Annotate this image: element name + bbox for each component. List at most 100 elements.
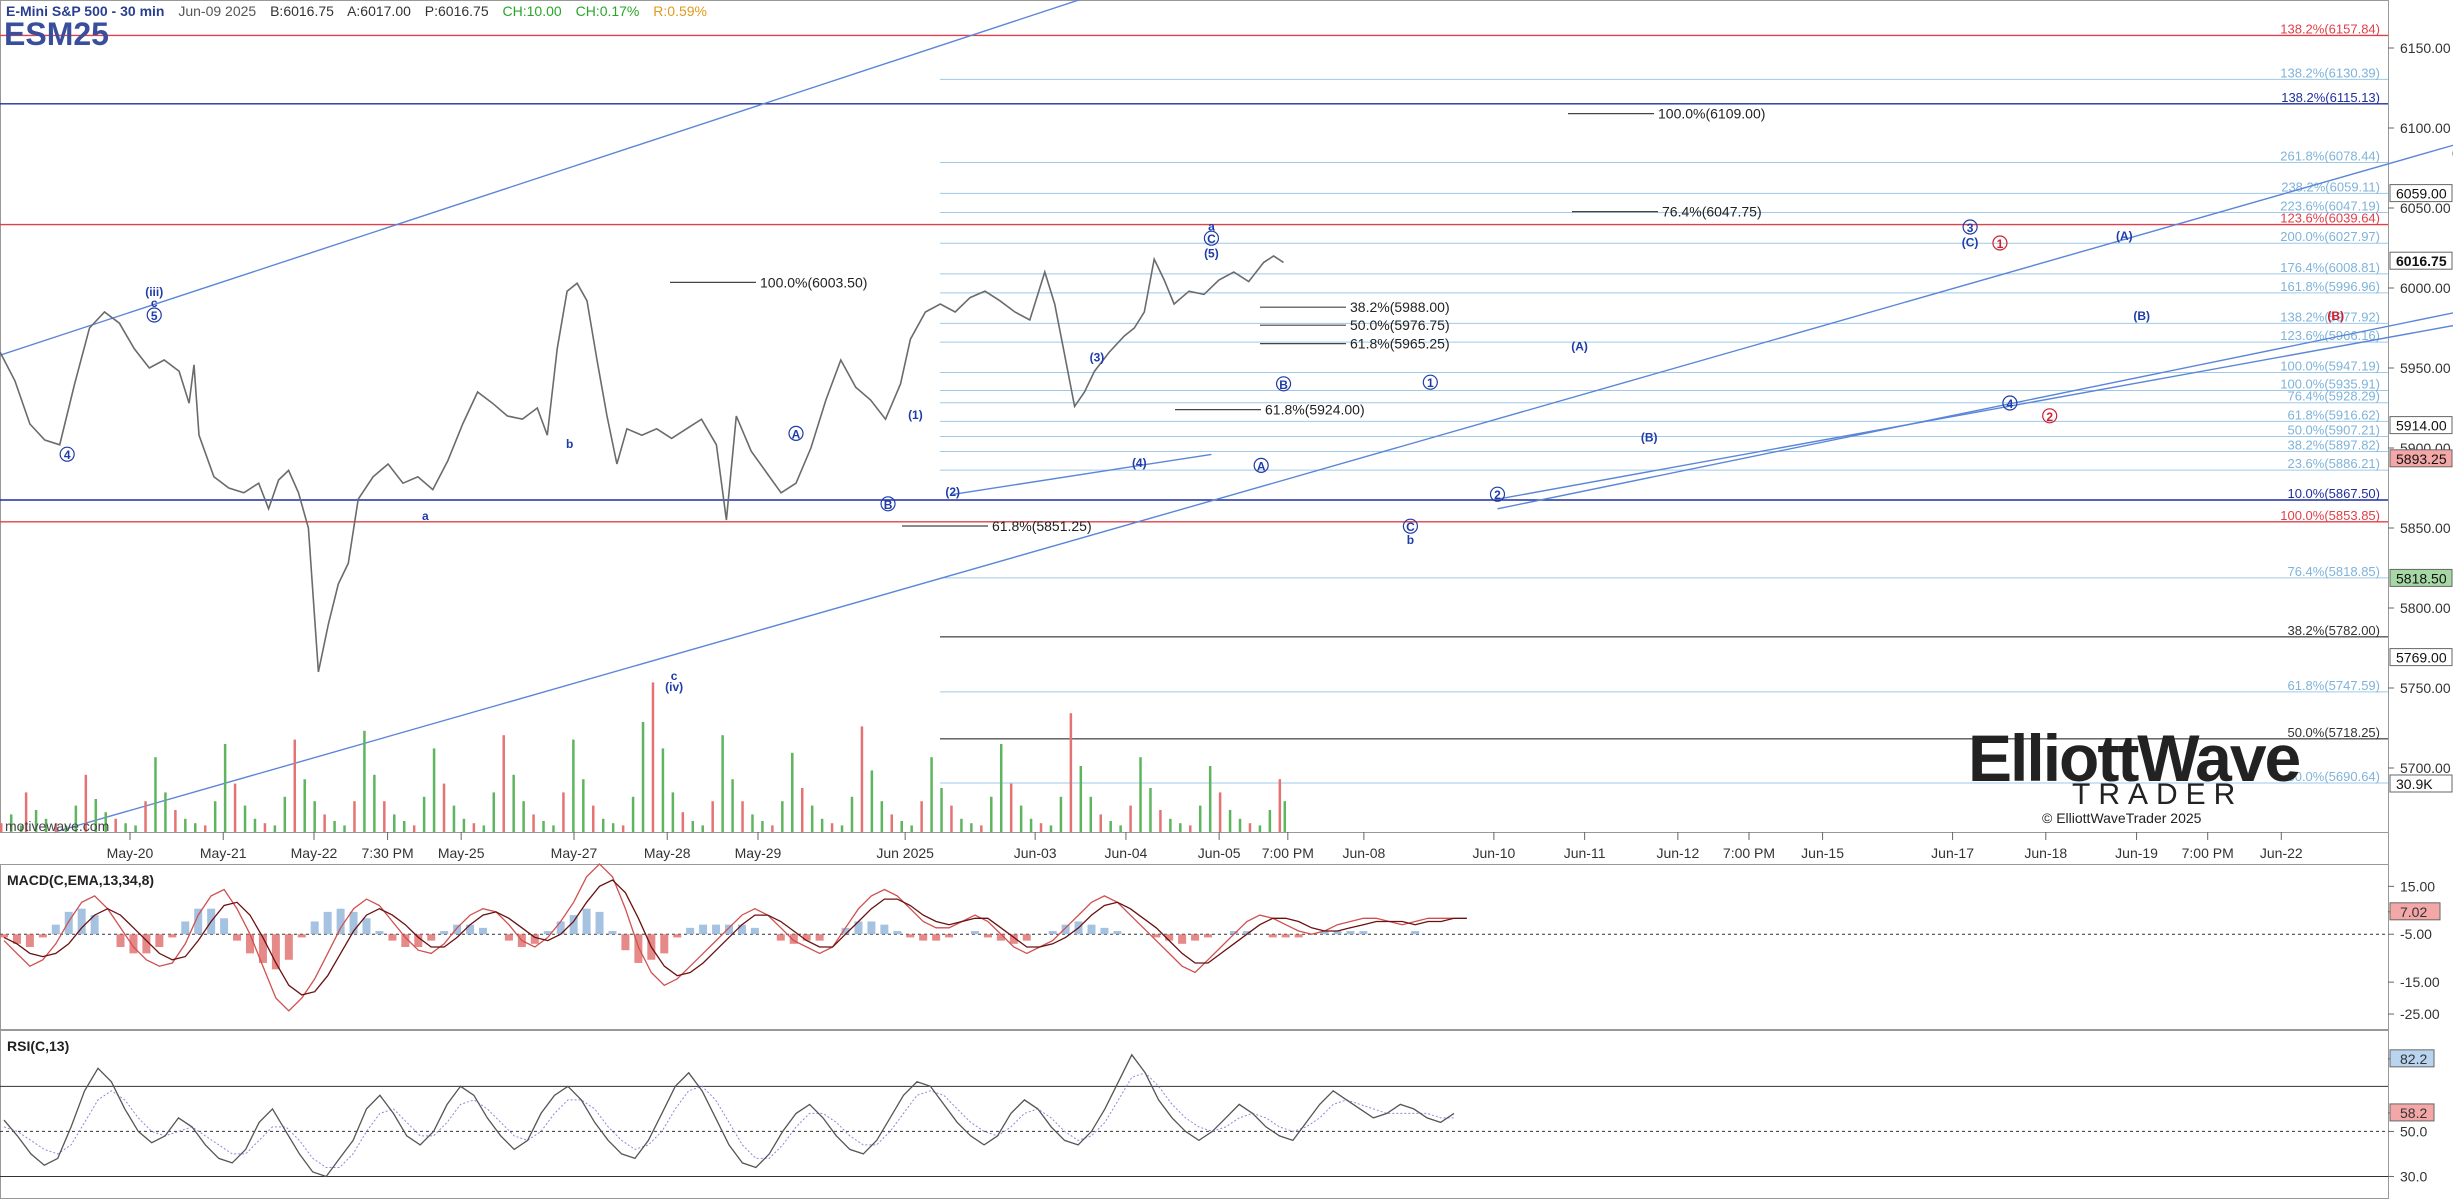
x-tick-label: May-29 <box>735 845 782 861</box>
volume-bar <box>900 821 903 832</box>
x-tick-label: May-20 <box>107 845 154 861</box>
chart-canvas[interactable]: 138.2%(6157.84) 138.2%(6130.39) 138.2%(611… <box>0 0 2453 1199</box>
volume-bar <box>731 779 734 832</box>
volume-bar <box>124 823 127 832</box>
price-tag-label: 5769.00 <box>2396 650 2447 666</box>
wave-label: 3 <box>1967 221 1974 235</box>
y-tick-label: 5850.00 <box>2400 520 2451 536</box>
fib-level-label: 38.2%(5782.00) <box>2287 623 2380 638</box>
volume-bar <box>1268 810 1272 832</box>
volume-bar <box>363 730 366 832</box>
price-tag-label: 6059.00 <box>2396 186 2447 202</box>
chart-header: E-Mini S&P 500 - 30 min Jun-09 2025 B:60… <box>6 3 717 19</box>
y-tick-label: 5950.00 <box>2400 360 2451 376</box>
macd-histogram-bar <box>38 934 47 938</box>
annotation-label: 100.0%(6109.00) <box>1658 106 1765 122</box>
volume-bar <box>1169 818 1172 832</box>
volume-bar <box>741 801 744 832</box>
macd-y-tick-label: -15.00 <box>2400 974 2440 990</box>
fib-level-label: 50.0%(5907.21) <box>2287 422 2380 437</box>
macd-histogram-bar <box>737 924 746 935</box>
macd-histogram-bar <box>220 918 229 935</box>
macd-histogram-bar <box>1204 934 1213 938</box>
macd-histogram-bar <box>1178 934 1187 944</box>
x-tick-label: May-28 <box>644 845 691 861</box>
fib-level-label: 138.2%(6130.39) <box>2280 65 2380 80</box>
x-tick-label: May-27 <box>551 845 598 861</box>
x-tick-label: Jun-17 <box>1931 845 1974 861</box>
chart-window: 138.2%(6157.84) 138.2%(6130.39) 138.2%(611… <box>0 0 2453 1199</box>
header-change-pct: CH:0.17% <box>575 3 640 19</box>
volume-bar <box>850 796 854 832</box>
fib-level-label: 100.0%(5947.19) <box>2280 358 2380 373</box>
volume-bar <box>0 823 3 832</box>
header-change: CH:10.00 <box>502 3 562 19</box>
volume-bar <box>1069 713 1073 832</box>
volume-bar <box>572 739 575 832</box>
macd-histogram-bar <box>945 934 954 938</box>
macd-histogram-bar <box>893 931 902 935</box>
volume-bar <box>1208 766 1212 832</box>
wave-label: 1 <box>1997 237 2004 251</box>
volume-bar <box>910 825 913 832</box>
fib-level-label: 100.0%(5853.85) <box>2280 508 2380 523</box>
volume-bar <box>134 825 137 832</box>
volume-bar <box>442 783 446 832</box>
fib-level-label: 38.2%(5897.82) <box>2287 437 2380 452</box>
macd-histogram-bar <box>1048 931 1057 935</box>
rsi-y-tick-label: 30.0 <box>2400 1168 2427 1184</box>
volume-bar <box>751 814 754 832</box>
y-tick-label: 5800.00 <box>2400 600 2451 616</box>
price-tag-label: 5818.50 <box>2396 570 2447 586</box>
x-tick-label: Jun-12 <box>1656 845 1699 861</box>
volume-bar <box>990 796 993 832</box>
x-tick-label: Jun-22 <box>2260 845 2303 861</box>
wave-label: B <box>884 498 893 512</box>
watermark: motivewave.com <box>5 818 110 834</box>
volume-bar <box>810 805 814 832</box>
macd-y-tick-label: -5.00 <box>2400 926 2432 942</box>
elliottwave-trader-logo: ElliottWave TRADER © ElliottWaveTrader 2… <box>1968 720 2301 840</box>
volume-bar <box>691 821 695 832</box>
wave-label: (1) <box>908 408 923 422</box>
volume-bar <box>631 796 635 832</box>
volume-bar <box>114 818 117 832</box>
macd-histogram-bar <box>776 934 785 941</box>
volume-bar <box>1129 805 1132 832</box>
macd-histogram-bar <box>1294 934 1303 938</box>
wave-label: B <box>1279 378 1288 392</box>
volume-bar <box>502 735 505 832</box>
volume-bar <box>1139 757 1142 832</box>
volume-bar <box>1099 814 1102 832</box>
fib-level-label: 238.2%(6059.11) <box>2281 179 2380 194</box>
macd-histogram-bar <box>725 924 733 935</box>
macd-panel-title: MACD(C,EMA,13,34,8) <box>7 872 155 888</box>
x-tick-label: 7:00 PM <box>1262 845 1314 861</box>
macd-histogram-bar <box>815 934 824 941</box>
volume-bar <box>452 805 456 832</box>
fib-level-label: 61.8%(5916.62) <box>2287 407 2380 422</box>
fib-level-label: 138.2%(6157.84) <box>2280 21 2380 36</box>
header-price: P:6016.75 <box>424 3 489 19</box>
volume-bar <box>512 774 515 832</box>
volume-bar <box>353 801 356 832</box>
volume-bar <box>243 805 247 832</box>
macd-histogram-bar <box>919 934 928 941</box>
macd-histogram-bar <box>440 931 449 935</box>
macd-histogram-bar <box>388 934 397 941</box>
annotation-label: 61.8%(5965.25) <box>1350 336 1450 352</box>
macd-histogram-bar <box>699 924 708 935</box>
macd-histogram-bar <box>608 931 617 935</box>
volume-bar <box>1228 810 1232 832</box>
volume-bar <box>1119 825 1122 832</box>
volume-bar <box>701 825 704 832</box>
x-tick-label: Jun-08 <box>1342 845 1385 861</box>
macd-histogram-bar <box>453 924 462 935</box>
price-tag-label: 6016.75 <box>2396 253 2447 269</box>
macd-histogram-bar <box>673 934 682 938</box>
rsi-panel-title: RSI(C,13) <box>7 1038 70 1054</box>
wave-label: A <box>1257 459 1266 473</box>
volume-bar <box>144 801 147 832</box>
volume-bar <box>791 752 794 832</box>
macd-histogram-bar <box>336 908 345 935</box>
